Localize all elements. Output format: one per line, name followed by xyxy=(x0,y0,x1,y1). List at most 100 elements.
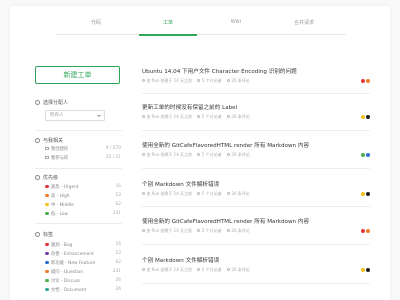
filter-count: 9 / 270 xyxy=(105,146,121,151)
issue-title[interactable]: 更新工单的时候没有保留之前的 Label xyxy=(142,103,347,111)
checkbox[interactable] xyxy=(45,155,49,159)
priority-count: 16 xyxy=(115,184,121,189)
tab-wiki[interactable]: Wiki xyxy=(206,19,266,25)
label-count: 62 xyxy=(115,260,121,265)
tag-dot xyxy=(361,115,366,119)
priority-dot xyxy=(45,193,49,198)
issue-title[interactable]: 个别 Markdown 文件解析错误 xyxy=(142,180,347,188)
issue-item[interactable]: 使用全新的 GitCafeFlavoredHTML render 所有 Mark… xyxy=(142,141,370,171)
issue-item[interactable]: 更新工单的时候没有保留之前的 Label 由 fivo 创建于 14 天之前 5… xyxy=(142,103,370,133)
label-name: 新功能 - New Feature xyxy=(51,261,96,266)
issue-meta: 由 fivo 创建于 14 天之前 5 个讨论者 26 条评论 xyxy=(142,114,254,120)
issue-title[interactable]: 个别 Markdown 文件解析错误 xyxy=(142,256,347,264)
priority-high[interactable]: 高 - High 53 xyxy=(45,193,121,200)
page: 代码 工单 Wiki 合并请求 新建工单 选择分配人 所有人 与我相关 我创建的… xyxy=(0,0,400,300)
people-icon xyxy=(197,229,201,233)
issue-title[interactable]: 使用全新的 GitCafeFlavoredHTML render 所有 Mark… xyxy=(142,217,347,225)
checkbox[interactable] xyxy=(45,146,49,150)
clock-icon xyxy=(142,79,145,83)
assignee-select[interactable]: 所有人 xyxy=(45,110,105,121)
issue-divider xyxy=(142,244,370,245)
filter-created-by-me[interactable]: 我创建的 9 / 270 xyxy=(45,146,121,153)
issue-comments: 26 条评论 xyxy=(226,78,250,83)
priority-urgent[interactable]: 紧急 - Urgent 16 xyxy=(45,184,121,191)
tab-issues[interactable]: 工单 xyxy=(138,19,198,26)
priority-label: 优先级 xyxy=(43,175,59,181)
issue-participants: 5 个讨论者 xyxy=(197,267,222,272)
priority-middle[interactable]: 中 - Middle 62 xyxy=(45,202,121,209)
issue-comments: 26 条评论 xyxy=(226,114,250,119)
sidebar-divider xyxy=(35,223,122,224)
label-dot xyxy=(45,251,49,256)
label-count: 241 xyxy=(112,269,121,274)
issue-comments: 26 条评论 xyxy=(226,191,250,196)
clock-icon xyxy=(142,268,145,272)
issue-title[interactable]: 使用全新的 GitCafeFlavoredHTML render 所有 Mark… xyxy=(142,141,347,149)
issue-divider xyxy=(142,130,370,131)
comment-icon xyxy=(226,268,230,272)
issue-title[interactable]: Ubuntu 14.04 下用户文件 Character Encoding 识别… xyxy=(142,67,347,75)
filter-label: 我参与的 xyxy=(51,156,69,161)
label-count: 53 xyxy=(115,251,121,256)
label-name: 改善 - Enhancement xyxy=(51,252,94,257)
tag-dot xyxy=(366,79,370,83)
related-label: 与我相关 xyxy=(43,138,64,144)
priority-section-label: 优先级 xyxy=(35,174,58,181)
labels-label: 标签 xyxy=(43,232,54,238)
issue-meta: 由 fivo 创建于 14 天之前 5 个讨论者 26 条评论 xyxy=(142,228,254,234)
label-dot xyxy=(45,260,49,265)
issue-tags xyxy=(360,218,370,233)
label-new-feature[interactable]: 新功能 - New Feature 62 xyxy=(45,260,121,267)
sidebar-divider xyxy=(35,168,122,169)
new-issue-button[interactable]: 新建工单 xyxy=(35,66,120,84)
issue-tags xyxy=(360,142,370,157)
label-bug[interactable]: 漏洞 - Bug 16 xyxy=(45,242,121,249)
label-discuss[interactable]: 讨论 - Discuss 26 xyxy=(45,278,121,285)
tag-dot xyxy=(361,153,366,157)
priority-dot xyxy=(45,211,49,216)
tab-merge-requests[interactable]: 合并请求 xyxy=(274,19,334,26)
priority-count: 241 xyxy=(112,211,121,216)
label-dot xyxy=(45,278,49,283)
tag-dot xyxy=(366,229,370,233)
priority-name: 低 - Low xyxy=(51,212,69,217)
issue-divider xyxy=(142,283,370,284)
issue-author: 由 fivo 创建于 14 天之前 xyxy=(142,228,192,233)
issue-comments: 26 条评论 xyxy=(226,228,250,233)
tab-code[interactable]: 代码 xyxy=(66,19,126,26)
labels-section-label: 标签 xyxy=(35,231,53,238)
priority-count: 62 xyxy=(115,202,121,207)
tag-dot xyxy=(361,79,366,83)
issue-author: 由 fivo 创建于 14 天之前 xyxy=(142,152,192,157)
issue-comments: 26 条评论 xyxy=(226,152,250,157)
issue-divider xyxy=(142,206,370,207)
comment-icon xyxy=(226,115,230,119)
issue-divider xyxy=(142,168,370,169)
tag-dot xyxy=(366,153,370,157)
filter-count: 25 / 51 xyxy=(105,155,121,160)
issue-author: 由 fivo 创建于 14 天之前 xyxy=(142,78,192,83)
clock-icon xyxy=(142,153,145,157)
filter-label: 我创建的 xyxy=(51,147,69,152)
priority-low[interactable]: 低 - Low 241 xyxy=(45,211,121,218)
issue-divider xyxy=(142,93,370,94)
issue-participants: 5 个讨论者 xyxy=(197,228,222,233)
priority-name: 高 - High xyxy=(51,194,70,199)
flag-icon xyxy=(35,174,40,180)
issue-tags xyxy=(360,257,370,272)
people-icon xyxy=(197,153,201,157)
issue-author: 由 fivo 创建于 14 天之前 xyxy=(142,114,192,119)
label-count: 26 xyxy=(115,287,121,292)
issue-meta: 由 fivo 创建于 14 天之前 5 个讨论者 26 条评论 xyxy=(142,191,254,197)
issue-item[interactable]: 使用全新的 GitCafeFlavoredHTML render 所有 Mark… xyxy=(142,217,370,247)
priority-dot xyxy=(45,202,49,207)
label-enhancement[interactable]: 改善 - Enhancement 53 xyxy=(45,251,121,258)
assignee-select-value: 所有人 xyxy=(50,113,64,118)
people-icon xyxy=(197,268,201,272)
issue-comments: 26 条评论 xyxy=(226,267,250,272)
filter-participated[interactable]: 我参与的 25 / 51 xyxy=(45,155,121,162)
issue-participants: 5 个讨论者 xyxy=(197,152,222,157)
issue-item[interactable]: 个别 Markdown 文件解析错误 由 fivo 创建于 14 天之前 5 个… xyxy=(142,256,370,286)
label-question[interactable]: 疑问 - Question 241 xyxy=(45,269,121,276)
label-document[interactable]: 文档 - Document 26 xyxy=(45,287,121,294)
